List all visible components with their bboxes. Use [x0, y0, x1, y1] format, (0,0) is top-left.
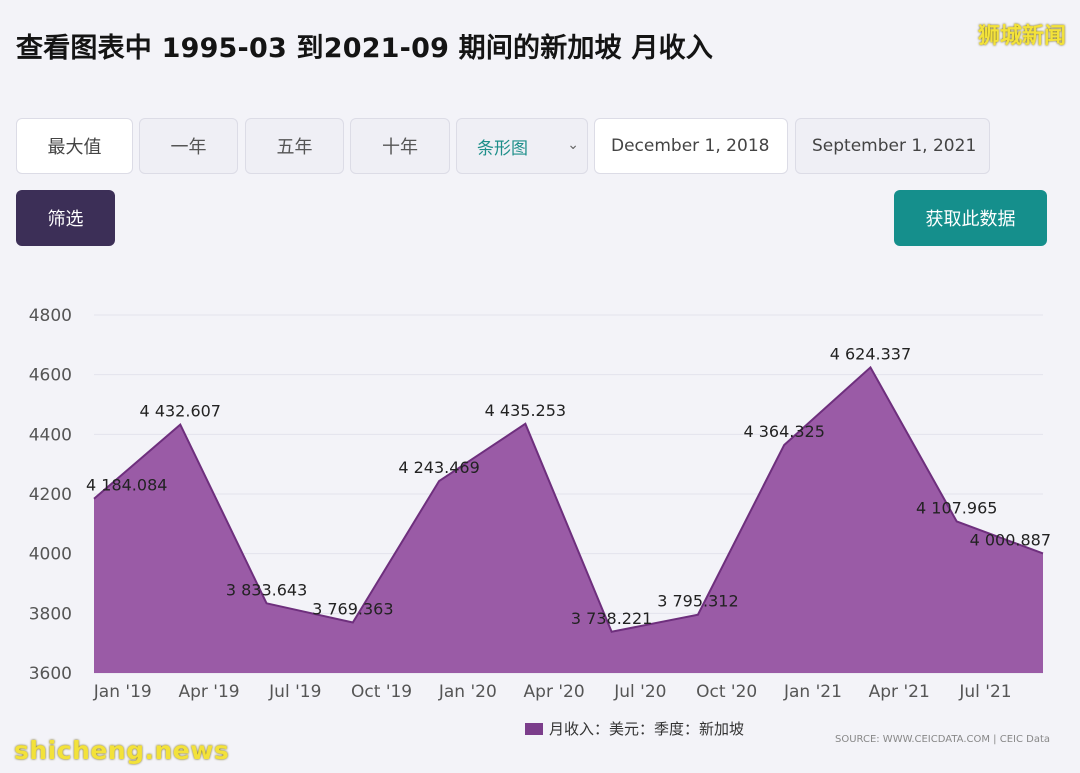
- chevron-down-icon: ⌄: [567, 137, 579, 153]
- data-label: 4 184.084: [86, 476, 167, 495]
- x-tick-label: Apr '20: [524, 682, 585, 702]
- data-label: 4 435.253: [485, 401, 566, 420]
- y-tick-label: 4200: [29, 485, 72, 505]
- area-layer: [93, 365, 1044, 673]
- y-tick-label: 4800: [29, 306, 72, 326]
- x-tick-label: Jan '19: [93, 682, 152, 702]
- x-tick-label: Apr '21: [869, 682, 930, 702]
- source-note: SOURCE: WWW.CEICDATA.COM | CEIC Data: [834, 734, 1050, 745]
- area-chart: 3600 3800 4000 4200 4400 4600 4800 Jan '19 Apr …: [29, 306, 1051, 702]
- y-tick-label: 4000: [29, 545, 72, 565]
- get-data-button[interactable]: 获取此数据: [894, 190, 1047, 246]
- y-tick-label: 4400: [29, 425, 72, 445]
- data-label: 3 795.312: [657, 592, 738, 611]
- data-label: 4 243.469: [398, 458, 479, 477]
- chart-type-select[interactable]: 条形图 ⌄: [456, 118, 588, 174]
- data-label: 3 769.363: [312, 599, 393, 618]
- data-label: 4 432.607: [140, 402, 221, 421]
- x-axis: Jan '19 Apr '19 Jul '19 Oct '19 Jan '20 Apr '…: [93, 682, 1012, 702]
- data-label: 4 107.965: [916, 498, 997, 517]
- data-label: 3 833.643: [226, 580, 307, 599]
- range-button-10y[interactable]: 十年: [350, 118, 450, 174]
- filter-button[interactable]: 筛选: [16, 190, 115, 246]
- data-label: 3 738.221: [571, 609, 652, 628]
- x-tick-label: Jan '21: [783, 682, 842, 702]
- x-tick-label: Apr '19: [178, 682, 239, 702]
- data-label: 4 364.325: [743, 422, 824, 441]
- legend-swatch: [525, 722, 543, 735]
- x-tick-label: Oct '20: [696, 682, 757, 702]
- x-tick-label: Oct '19: [351, 682, 412, 702]
- y-axis: 3600 3800 4000 4200 4400 4600 4800: [29, 306, 72, 684]
- end-date-input[interactable]: September 1, 2021: [795, 118, 990, 174]
- page-title: 查看图表中 1995-03 到2021-09 期间的新加坡 月收入: [16, 33, 714, 64]
- x-tick-label: Jul '20: [613, 682, 666, 702]
- y-tick-label: 4600: [29, 366, 72, 386]
- data-label: 4 624.337: [830, 344, 911, 363]
- range-button-max[interactable]: 最大值: [16, 118, 133, 174]
- watermark-bottom: shicheng.news: [14, 736, 230, 765]
- x-tick-label: Jul '21: [958, 682, 1011, 702]
- legend: 月收入：美元：季度：新加坡: [525, 718, 744, 739]
- x-tick-label: Jul '19: [268, 682, 321, 702]
- series-area: [94, 367, 1043, 673]
- range-button-1y[interactable]: 一年: [139, 118, 238, 174]
- watermark-top: 狮城新闻: [977, 24, 1066, 49]
- x-tick-label: Jan '20: [438, 682, 497, 702]
- data-label: 4 000.887: [970, 530, 1051, 549]
- legend-label: 月收入：美元：季度：新加坡: [549, 720, 745, 738]
- start-date-input[interactable]: December 1, 2018: [594, 118, 788, 174]
- range-button-5y[interactable]: 五年: [245, 118, 344, 174]
- chart-type-value: 条形图: [477, 138, 528, 159]
- y-tick-label: 3600: [29, 664, 72, 684]
- y-tick-label: 3800: [29, 604, 72, 624]
